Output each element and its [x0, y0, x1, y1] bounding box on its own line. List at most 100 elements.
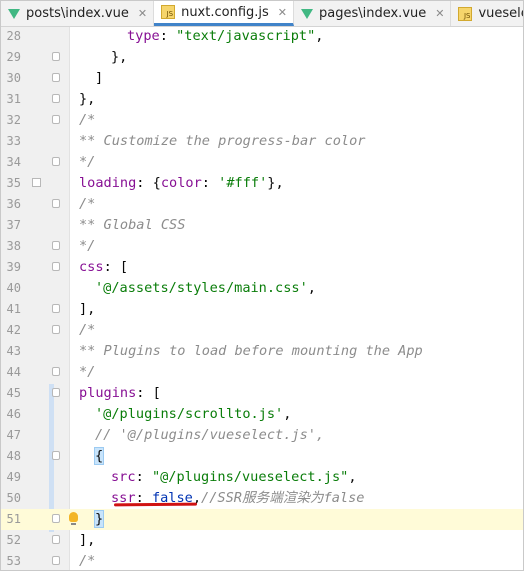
code-text: */: [79, 362, 95, 383]
comment: //SSR服务端渲染为false: [201, 490, 365, 506]
property-key: type: [127, 28, 160, 44]
fold-icon[interactable]: [52, 325, 60, 334]
line-number: 50: [6, 491, 21, 505]
tab-posts-index-vue[interactable]: posts\index.vue ✕: [1, 1, 155, 26]
close-icon[interactable]: ✕: [138, 7, 147, 20]
line-number: 43: [6, 344, 21, 358]
code-line[interactable]: 44 */: [1, 362, 523, 383]
fold-icon[interactable]: [52, 199, 60, 208]
code-line[interactable]: 45 plugins: [: [1, 383, 523, 404]
code-line[interactable]: 42 /*: [1, 320, 523, 341]
fold-icon[interactable]: [52, 556, 60, 565]
punctuation: : [: [136, 385, 161, 401]
code-line[interactable]: 35 loading: {color: '#fff'},: [1, 173, 523, 194]
code-line[interactable]: 46 '@/plugins/scrollto.js',: [1, 404, 523, 425]
code-text: ** Customize the progress-bar color: [79, 131, 365, 152]
property-key: color: [160, 175, 202, 191]
line-number: 36: [6, 197, 21, 211]
code-text: ],: [79, 530, 95, 551]
property-key: loading: [79, 175, 137, 191]
fold-icon[interactable]: [52, 262, 60, 271]
code-text: */: [79, 152, 95, 173]
vue-icon: [301, 8, 313, 19]
line-number: 53: [6, 554, 21, 568]
code-text: },: [79, 89, 95, 110]
line-number: 30: [6, 71, 21, 85]
fold-icon[interactable]: [52, 514, 60, 523]
comment: ** Plugins to load before mounting the A…: [79, 343, 423, 359]
fold-icon[interactable]: [52, 52, 60, 61]
fold-icon[interactable]: [52, 367, 60, 376]
tab-nuxt-config-js[interactable]: JS nuxt.config.js ✕: [154, 1, 294, 26]
close-icon[interactable]: ✕: [278, 6, 287, 19]
code-line[interactable]: 43 ** Plugins to load before mounting the…: [1, 341, 523, 362]
code-line[interactable]: 50 ssr: false,//SSR服务端渲染为false: [1, 488, 523, 509]
fold-icon[interactable]: [52, 388, 60, 397]
code-line[interactable]: 29},: [1, 47, 523, 68]
code-line[interactable]: 41],: [1, 299, 523, 320]
code-line[interactable]: 32 /*: [1, 110, 523, 131]
editor-window: posts\index.vue ✕ JS nuxt.config.js ✕ pa…: [0, 0, 524, 571]
comment: */: [79, 364, 96, 380]
fold-icon[interactable]: [52, 535, 60, 544]
code-line[interactable]: 48 {: [1, 446, 523, 467]
fold-icon[interactable]: [52, 304, 60, 313]
code-text: loading: {color: '#fff'},: [79, 173, 284, 194]
comment: */: [79, 154, 96, 170]
fold-icon[interactable]: [52, 241, 60, 250]
code-line[interactable]: 33 ** Customize the progress-bar color: [1, 131, 523, 152]
code-line[interactable]: 37 ** Global CSS: [1, 215, 523, 236]
code-line[interactable]: 52],: [1, 530, 523, 551]
line-number: 47: [6, 428, 21, 442]
line-number: 39: [6, 260, 21, 274]
code-line[interactable]: 47 // '@/plugins/vueselect.js',: [1, 425, 523, 446]
code-text: css: [: [79, 257, 128, 278]
code-text: // '@/plugins/vueselect.js',: [95, 425, 324, 446]
property-key: plugins: [79, 385, 137, 401]
tab-label: vueselect.js: [478, 6, 523, 21]
code-line[interactable]: 49 src: "@/plugins/vueselect.js",: [1, 467, 523, 488]
punctuation: ,: [283, 406, 292, 422]
tab-vueselect-js[interactable]: JS vueselect.js: [451, 1, 523, 26]
property-key: css: [79, 259, 104, 275]
punctuation: ,: [315, 28, 324, 44]
code-line[interactable]: 38 */: [1, 236, 523, 257]
fold-icon[interactable]: [52, 157, 60, 166]
line-number: 37: [6, 218, 21, 232]
comment: /*: [79, 322, 96, 338]
code-line[interactable]: 53 /*: [1, 551, 523, 570]
comment: /*: [79, 112, 96, 128]
fold-icon[interactable]: [52, 451, 60, 460]
line-number: 31: [6, 92, 21, 106]
punctuation: :: [135, 469, 152, 485]
code-line[interactable]: 28 type: "text/javascript",: [1, 26, 523, 47]
lightbulb-icon[interactable]: [69, 512, 78, 525]
line-number: 44: [6, 365, 21, 379]
tab-label: pages\index.vue: [319, 6, 427, 21]
punctuation: ],: [79, 532, 96, 548]
code-line[interactable]: 40 '@/assets/styles/main.css',: [1, 278, 523, 299]
code-line[interactable]: 39 css: [: [1, 257, 523, 278]
line-number: 51: [6, 512, 21, 526]
punctuation: },: [267, 175, 284, 191]
code-line[interactable]: 51}: [1, 509, 523, 530]
fold-icon[interactable]: [52, 115, 60, 124]
line-number: 33: [6, 134, 21, 148]
punctuation: ,: [307, 280, 316, 296]
bookmark-marker[interactable]: [32, 178, 41, 187]
fold-icon[interactable]: [52, 73, 60, 82]
comment: /*: [79, 553, 96, 569]
code-line[interactable]: 31},: [1, 89, 523, 110]
comment: */: [79, 238, 96, 254]
code-text: /*: [79, 551, 96, 570]
code-line[interactable]: 36 /*: [1, 194, 523, 215]
comment: // '@/plugins/vueselect.js',: [95, 427, 325, 443]
code-line[interactable]: 34 */: [1, 152, 523, 173]
code-text: ]: [95, 68, 103, 89]
code-line[interactable]: 30]: [1, 68, 523, 89]
close-icon[interactable]: ✕: [435, 7, 444, 20]
fold-icon[interactable]: [52, 94, 60, 103]
tab-pages-index-vue[interactable]: pages\index.vue ✕: [294, 1, 452, 26]
punctuation: : {: [136, 175, 161, 191]
line-number: 46: [6, 407, 21, 421]
